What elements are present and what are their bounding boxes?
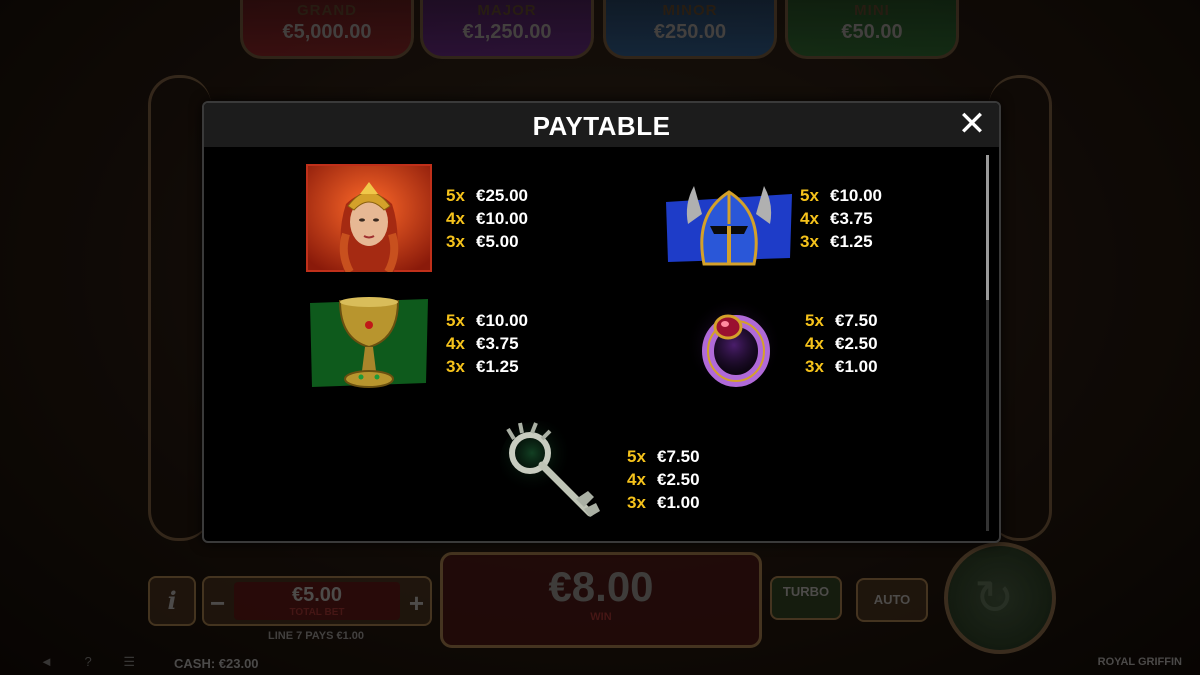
jackpot-name: GRAND <box>297 2 357 19</box>
key-paytable: 5x €7.50 4x €2.50 3x €1.00 <box>627 447 700 516</box>
bet-increase-button[interactable]: + <box>409 588 424 619</box>
pay-count: 4x <box>627 470 646 489</box>
jackpot-bar: GRAND €5,000.00 MAJOR €1,250.00 MINOR €2… <box>240 0 960 60</box>
pay-amount: €1.25 <box>830 232 873 251</box>
jackpot-grand: GRAND €5,000.00 <box>240 0 414 59</box>
pay-count: 5x <box>446 311 465 330</box>
line-pays-text: LINE 7 PAYS €1.00 <box>268 630 364 642</box>
pay-count: 3x <box>446 232 465 251</box>
bet-decrease-button[interactable]: − <box>210 588 225 619</box>
pay-amount: €2.50 <box>835 334 878 353</box>
total-bet-control: − €5.00 TOTAL BET + <box>202 576 432 626</box>
ring-paytable: 5x €7.50 4x €2.50 3x €1.00 <box>805 311 878 380</box>
total-bet-label: TOTAL BET <box>289 607 345 618</box>
total-bet-value: €5.00 <box>291 584 343 606</box>
turbo-button[interactable]: TURBO <box>770 576 842 620</box>
pay-amount: €7.50 <box>657 447 700 466</box>
pay-row: 4x €3.75 <box>800 209 882 232</box>
pay-row: 4x €3.75 <box>446 334 528 357</box>
pay-row: 3x €1.25 <box>800 232 882 255</box>
queen-paytable: 5x €25.00 4x €10.00 3x €5.00 <box>446 186 528 255</box>
pay-count: 5x <box>800 186 819 205</box>
jackpot-minor: MINOR €250.00 <box>603 0 777 59</box>
cash-balance: CASH: €23.00 <box>174 656 259 671</box>
helmet-symbol-icon <box>666 186 792 266</box>
pay-row: 5x €7.50 <box>627 447 700 470</box>
helmet-paytable: 5x €10.00 4x €3.75 3x €1.25 <box>800 186 882 255</box>
close-icon[interactable]: ✕ <box>957 107 987 141</box>
pay-count: 3x <box>627 493 646 512</box>
pay-count: 5x <box>446 186 465 205</box>
paytable-title: PAYTABLE <box>532 111 671 141</box>
jackpot-value: €50.00 <box>841 21 903 43</box>
pay-amount: €3.75 <box>830 209 873 228</box>
pay-count: 4x <box>446 334 465 353</box>
chalice-symbol-icon <box>310 297 428 388</box>
pay-amount: €2.50 <box>657 470 700 489</box>
jackpot-value: €250.00 <box>653 21 727 43</box>
pay-amount: €25.00 <box>476 186 528 205</box>
spin-icon: ↻ <box>974 572 1015 625</box>
pay-count: 4x <box>800 209 819 228</box>
pay-amount: €10.00 <box>476 209 528 228</box>
win-label: WIN <box>590 611 612 623</box>
pay-row: 3x €1.00 <box>627 493 700 516</box>
pay-row: 5x €10.00 <box>800 186 882 209</box>
pay-amount: €5.00 <box>476 232 519 251</box>
paytable-header: PAYTABLE ✕ <box>204 103 999 147</box>
game-name: ROYAL GRIFFIN <box>1097 656 1182 668</box>
pay-count: 5x <box>627 447 646 466</box>
info-button[interactable]: i <box>148 576 196 626</box>
spin-button[interactable]: ↻ <box>944 542 1056 654</box>
paytable-modal: PAYTABLE ✕ 5x €25.00 4x €10.00 3x €5.00 … <box>202 101 1001 543</box>
paytable-scrollbar[interactable] <box>986 155 989 531</box>
pay-count: 3x <box>800 232 819 251</box>
pay-count: 4x <box>446 209 465 228</box>
pay-count: 3x <box>805 357 824 376</box>
pay-amount: €7.50 <box>835 311 878 330</box>
pay-row: 3x €1.00 <box>805 357 878 380</box>
ring-symbol-icon <box>686 297 782 393</box>
pay-row: 4x €2.50 <box>805 334 878 357</box>
key-symbol-icon <box>500 421 600 517</box>
pay-row: 4x €10.00 <box>446 209 528 232</box>
pay-amount: €1.00 <box>835 357 878 376</box>
scrollbar-thumb[interactable] <box>986 155 989 300</box>
pay-amount: €1.25 <box>476 357 519 376</box>
win-value: €8.00 <box>548 563 654 610</box>
queen-symbol-icon <box>306 164 432 272</box>
pay-row: 5x €10.00 <box>446 311 528 334</box>
pay-row: 4x €2.50 <box>627 470 700 493</box>
jackpot-value: €5,000.00 <box>282 21 372 43</box>
total-bet-display: €5.00 TOTAL BET <box>234 582 400 620</box>
jackpot-name: MAJOR <box>477 2 537 19</box>
pay-row: 3x €1.25 <box>446 357 528 380</box>
auto-button[interactable]: AUTO <box>856 578 928 622</box>
pay-count: 3x <box>446 357 465 376</box>
jackpot-value: €1,250.00 <box>462 21 552 43</box>
jackpot-mini: MINI €50.00 <box>785 0 959 59</box>
pay-count: 5x <box>805 311 824 330</box>
pay-amount: €10.00 <box>830 186 882 205</box>
jackpot-major: MAJOR €1,250.00 <box>420 0 594 59</box>
status-bar: ◄ ? ☰ CASH: €23.00 ROYAL GRIFFIN <box>0 652 1200 675</box>
chalice-paytable: 5x €10.00 4x €3.75 3x €1.25 <box>446 311 528 380</box>
control-bar: i − €5.00 TOTAL BET + LINE 7 PAYS €1.00 … <box>0 542 1200 675</box>
pay-row: 3x €5.00 <box>446 232 528 255</box>
pay-row: 5x €25.00 <box>446 186 528 209</box>
pay-row: 5x €7.50 <box>805 311 878 334</box>
win-display: €8.00 WIN <box>440 552 762 648</box>
pay-amount: €3.75 <box>476 334 519 353</box>
sound-icon[interactable]: ◄ ? ☰ <box>40 654 149 670</box>
pay-amount: €10.00 <box>476 311 528 330</box>
jackpot-name: MINI <box>854 2 890 19</box>
pay-amount: €1.00 <box>657 493 700 512</box>
jackpot-name: MINOR <box>662 2 718 19</box>
pay-count: 4x <box>805 334 824 353</box>
